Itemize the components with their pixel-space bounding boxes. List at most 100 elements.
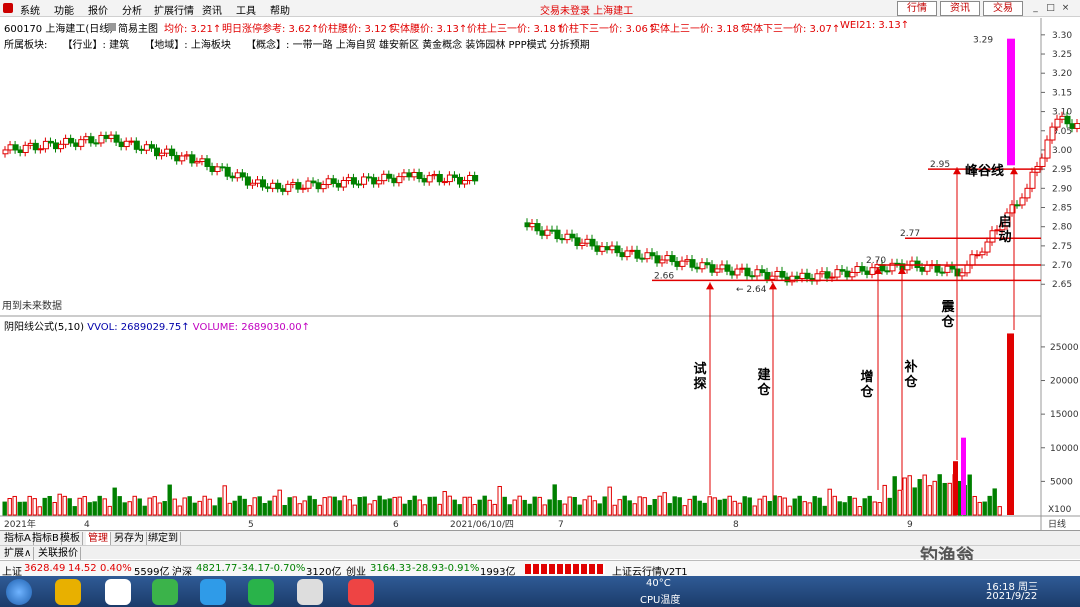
candle-body	[554, 229, 561, 240]
sh-change: 14.52	[68, 563, 97, 574]
candle-body	[1014, 204, 1021, 207]
price-tick-label: 3.25	[1052, 50, 1072, 60]
volume-bar	[202, 495, 207, 516]
volume-bar	[452, 499, 457, 516]
low-label: ← 2.64	[736, 285, 767, 295]
volume-bar	[32, 498, 37, 516]
candle-body	[255, 179, 261, 184]
candle-body	[964, 264, 971, 274]
volume-bar	[397, 496, 402, 516]
volume-bar	[777, 496, 782, 516]
candle-body	[209, 165, 216, 172]
candle-body	[436, 174, 443, 183]
volume-bar	[217, 497, 222, 516]
volume-bars	[2, 333, 1014, 516]
candle-body	[829, 276, 836, 279]
volume-bar	[967, 474, 972, 516]
candle-body	[804, 272, 811, 279]
volume-bar	[657, 495, 662, 516]
volume-bar	[647, 504, 652, 516]
candle-body	[467, 174, 474, 182]
signal-arrow-head	[706, 282, 714, 290]
volume-bar	[932, 480, 937, 516]
start-icon[interactable]	[6, 579, 32, 605]
candle-body	[764, 271, 771, 280]
volume-bar	[97, 495, 102, 516]
candle-body	[416, 172, 423, 180]
sh-value: 3628.49	[24, 563, 66, 574]
candle-body	[411, 172, 418, 178]
signal-arrow-head	[953, 167, 961, 175]
tab-bind-to[interactable]: 绑定到	[146, 532, 181, 545]
volume-formula[interactable]: 阴阳线公式(5,10)	[4, 322, 84, 333]
clock-date[interactable]: 2021/9/22	[986, 591, 1037, 602]
candle-body	[674, 261, 681, 267]
volume-bar	[177, 505, 182, 516]
wechat-icon[interactable]	[248, 579, 274, 605]
chart-canvas[interactable]: 3.303.253.203.153.103.053.002.952.902.85…	[0, 0, 1080, 530]
app6-icon[interactable]	[297, 579, 323, 605]
candle-body	[739, 267, 746, 270]
candle-body	[939, 271, 946, 274]
candle-body	[148, 144, 155, 149]
candle-body	[108, 134, 115, 139]
app7-icon[interactable]	[348, 579, 374, 605]
player-icon[interactable]	[200, 579, 226, 605]
volume-bar	[767, 500, 772, 516]
volume-bar	[412, 495, 417, 516]
candle-body	[1044, 139, 1051, 159]
candle-body	[559, 238, 566, 241]
volume-bar	[232, 500, 237, 516]
volume-bar	[507, 504, 512, 516]
app2-icon[interactable]	[105, 579, 131, 605]
signal-arrows	[706, 167, 1018, 500]
volume-bar	[752, 505, 757, 516]
candle-body	[47, 140, 54, 144]
volume-bar	[582, 499, 587, 516]
candle-body	[123, 140, 130, 148]
candle-body	[330, 178, 337, 184]
candle-body	[959, 272, 966, 277]
candle-body	[644, 252, 651, 260]
candle-body	[679, 260, 686, 267]
candle-body	[290, 182, 297, 185]
candle-body	[265, 186, 272, 189]
volume-bar	[522, 499, 527, 516]
tab-related-quote[interactable]: 关联报价	[36, 547, 81, 560]
volume-bar	[717, 499, 722, 516]
tab-save-as[interactable]: 另存为	[112, 532, 147, 545]
tab-template[interactable]: 模板	[58, 532, 83, 545]
candle-body	[386, 173, 393, 179]
volume-bar	[682, 505, 687, 516]
candle-body	[27, 142, 34, 146]
volume-bar	[652, 499, 657, 516]
volume-bar	[237, 495, 242, 516]
candle-body	[1024, 187, 1031, 199]
volume-bar	[802, 501, 807, 516]
app3-icon[interactable]	[152, 579, 178, 605]
candle-body	[300, 187, 307, 190]
candle-body	[799, 272, 806, 279]
volume-bar	[852, 497, 857, 516]
sh-pct: 0.40%	[100, 563, 132, 574]
volume-bar	[262, 503, 267, 516]
volume-bar	[917, 479, 922, 516]
volume-bar	[332, 496, 337, 516]
candle-body	[884, 270, 891, 273]
candle-body	[624, 250, 631, 258]
tab-manage[interactable]: 管理	[86, 532, 111, 545]
candle-body	[589, 238, 596, 247]
volume-bar	[367, 503, 372, 516]
volume-bar	[892, 476, 897, 516]
candle-body	[849, 271, 856, 278]
candle-body	[769, 275, 776, 280]
volume-bar	[737, 502, 742, 516]
volume-indicator-title: 阴阳线公式(5,10) VVOL: 2689029.75↑ VOLUME: 26…	[4, 318, 310, 333]
volume-bar	[372, 500, 377, 516]
candle-body	[699, 262, 706, 270]
app1-icon[interactable]	[55, 579, 81, 605]
tab-expand[interactable]: 扩展∧	[2, 547, 35, 560]
candle-body	[164, 148, 171, 154]
candle-body	[709, 264, 716, 273]
candle-body	[280, 188, 287, 192]
